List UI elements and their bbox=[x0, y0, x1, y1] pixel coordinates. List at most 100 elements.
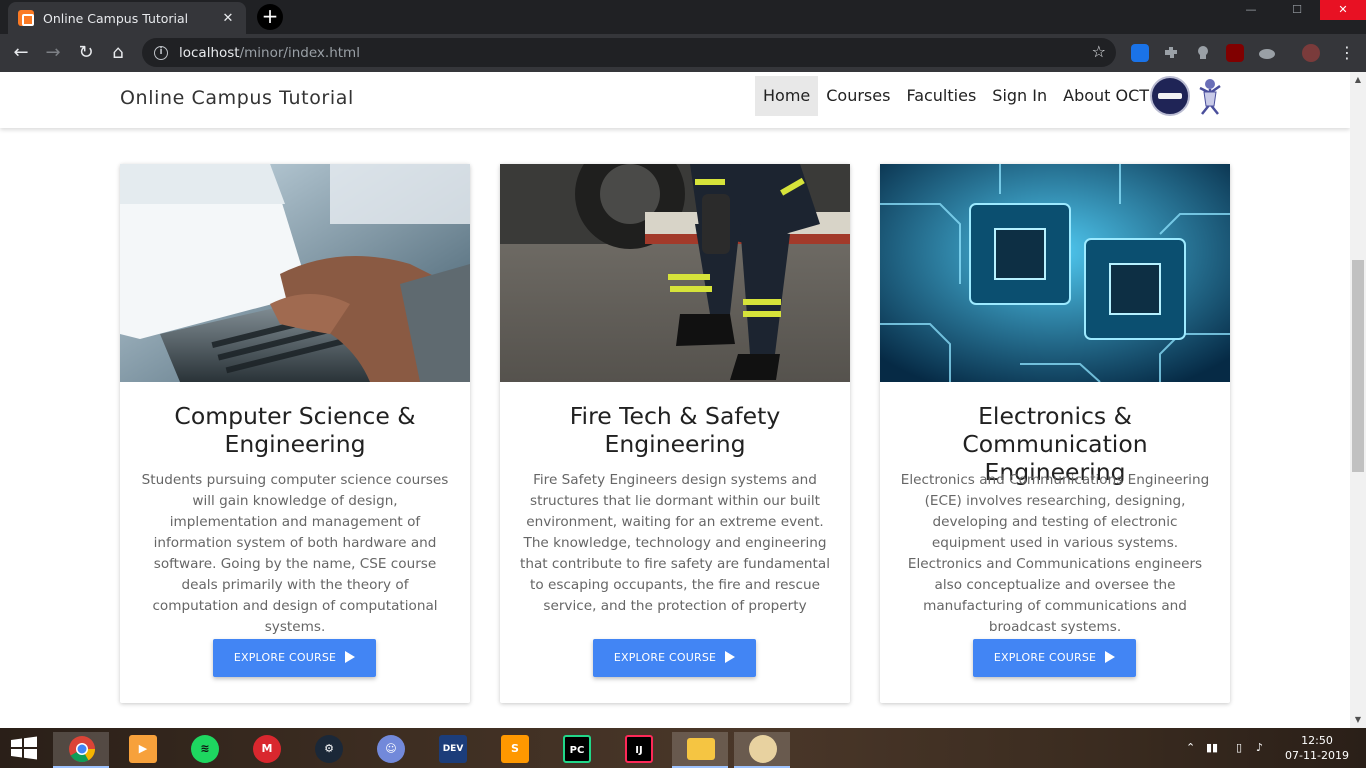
tab-close-icon[interactable]: ✕ bbox=[220, 11, 236, 26]
tray-overflow-icon[interactable]: ⌃ bbox=[1186, 741, 1195, 754]
puzzle-extension-icon[interactable] bbox=[1162, 44, 1180, 62]
play-arrow-icon bbox=[345, 651, 356, 663]
page-scrollbar[interactable]: ▲ ▼ bbox=[1350, 72, 1366, 728]
intellij-icon: IJ bbox=[625, 735, 653, 763]
profile-avatar[interactable] bbox=[1302, 44, 1320, 62]
site-info-icon[interactable]: i bbox=[154, 45, 168, 60]
explore-button-label: EXPLORE COURSE bbox=[993, 651, 1097, 664]
scroll-up-arrow-icon[interactable]: ▲ bbox=[1350, 72, 1366, 88]
browser-toolbar: ← → ↻ ⌂ i localhost/minor/index.html ☆ ⋮ bbox=[0, 34, 1366, 72]
folder-icon bbox=[687, 738, 715, 760]
college-seal-logo bbox=[1150, 76, 1190, 116]
nav-sign-in[interactable]: Sign In bbox=[984, 76, 1055, 116]
discord-icon: ☺ bbox=[377, 735, 405, 763]
browser-tabstrip: Online Campus Tutorial ✕ + — ☐ ✕ bbox=[0, 0, 1366, 34]
explore-course-button[interactable]: EXPLORE COURSE bbox=[973, 639, 1136, 677]
course-description: Electronics and Communications Engineeri… bbox=[900, 472, 1210, 635]
page-viewport: Online Campus Tutorial Home Courses Facu… bbox=[0, 72, 1350, 728]
taskbar-sublime-text[interactable]: S bbox=[486, 732, 542, 768]
xampp-favicon-icon bbox=[18, 10, 34, 26]
nav-home[interactable]: Home bbox=[755, 76, 819, 116]
address-bar[interactable]: i localhost/minor/index.html ☆ bbox=[142, 38, 1116, 67]
bulb-extension-icon[interactable] bbox=[1194, 44, 1212, 62]
maximize-button[interactable]: ☐ bbox=[1274, 0, 1320, 20]
taskbar-spotify[interactable]: ≋ bbox=[176, 732, 232, 768]
taskbar-paint[interactable] bbox=[734, 732, 790, 768]
browser-tab[interactable]: Online Campus Tutorial ✕ bbox=[8, 2, 246, 34]
course-title: Computer Science & Engineering bbox=[134, 402, 456, 458]
course-title-line2: Engineering bbox=[224, 430, 366, 458]
taskbar-clock[interactable]: 12:50 07-11-2019 bbox=[1282, 733, 1352, 763]
menu-dots-icon[interactable]: ⋮ bbox=[1334, 40, 1360, 66]
chrome-icon bbox=[69, 736, 96, 763]
gamepad-extension-icon[interactable] bbox=[1258, 44, 1276, 62]
site-brand[interactable]: Online Campus Tutorial bbox=[120, 87, 354, 109]
nav-faculties[interactable]: Faculties bbox=[898, 76, 984, 116]
play-arrow-icon bbox=[1105, 651, 1116, 663]
sublime-text-icon: S bbox=[501, 735, 529, 763]
url-text: localhost/minor/index.html bbox=[179, 45, 360, 61]
paint-palette-icon bbox=[749, 735, 777, 763]
steam-icon: ⚙ bbox=[315, 735, 343, 763]
windows-start-icon[interactable] bbox=[8, 736, 40, 760]
circuit-chip-photo bbox=[880, 164, 1230, 382]
ublock-extension-icon[interactable] bbox=[1226, 44, 1244, 62]
bookmark-star-icon[interactable]: ☆ bbox=[1092, 42, 1106, 61]
new-tab-button[interactable]: + bbox=[257, 4, 283, 30]
nav-about[interactable]: About OCT bbox=[1055, 76, 1157, 116]
course-description: Fire Safety Engineers design systems and… bbox=[520, 472, 830, 614]
clock-time: 12:50 bbox=[1301, 734, 1333, 747]
laptop-typing-photo bbox=[120, 164, 470, 382]
course-title-line1: Fire Tech & Safety bbox=[569, 402, 781, 430]
network-icon[interactable]: ▮▮ bbox=[1206, 741, 1218, 754]
nav-links: Home Courses Faculties Sign In About OCT bbox=[755, 76, 1157, 116]
course-title-line1: Electronics & Communication bbox=[962, 402, 1148, 458]
taskbar-dev-cpp[interactable]: DEV bbox=[424, 732, 480, 768]
explore-button-label: EXPLORE COURSE bbox=[233, 651, 337, 664]
scroll-down-arrow-icon[interactable]: ▼ bbox=[1350, 712, 1366, 728]
window-close-button[interactable]: ✕ bbox=[1320, 0, 1366, 20]
back-arrow-icon[interactable]: ← bbox=[8, 40, 34, 66]
minimize-button[interactable]: — bbox=[1228, 0, 1274, 20]
taskbar-discord[interactable]: ☺ bbox=[362, 732, 418, 768]
taskbar-intellij[interactable]: IJ bbox=[610, 732, 666, 768]
video-player-icon: ▶ bbox=[129, 735, 157, 763]
windows-taskbar: ▶ ≋ M ⚙ ☺ DEV S PC IJ ⌃ ▮▮ ▯ ♪ 12:50 07-… bbox=[0, 728, 1366, 768]
firefighter-photo bbox=[500, 164, 850, 382]
pycharm-icon: PC bbox=[563, 735, 591, 763]
taskbar-chrome[interactable] bbox=[53, 732, 109, 768]
course-title-line1: Computer Science & bbox=[174, 402, 416, 430]
site-navbar: Online Campus Tutorial Home Courses Facu… bbox=[0, 72, 1350, 128]
volume-icon[interactable]: ♪ bbox=[1256, 741, 1263, 754]
course-card-fire-safety: Fire Tech & Safety Engineering Fire Safe… bbox=[500, 164, 850, 703]
mega-icon: M bbox=[253, 735, 281, 763]
reload-icon[interactable]: ↻ bbox=[73, 40, 99, 66]
url-host: localhost bbox=[179, 44, 240, 61]
url-path: /minor/index.html bbox=[239, 44, 360, 61]
play-arrow-icon bbox=[725, 651, 736, 663]
course-description: Students pursuing computer science cours… bbox=[141, 472, 449, 635]
course-title: Fire Tech & Safety Engineering bbox=[514, 402, 836, 458]
explore-button-label: EXPLORE COURSE bbox=[613, 651, 717, 664]
mascot-logo bbox=[1199, 79, 1221, 115]
tab-title: Online Campus Tutorial bbox=[43, 10, 189, 26]
taskbar-mega[interactable]: M bbox=[238, 732, 294, 768]
taskbar-pycharm[interactable]: PC bbox=[548, 732, 604, 768]
course-title-line2: Engineering bbox=[604, 430, 746, 458]
explore-course-button[interactable]: EXPLORE COURSE bbox=[213, 639, 376, 677]
taskbar-steam[interactable]: ⚙ bbox=[300, 732, 356, 768]
taskbar-file-explorer[interactable] bbox=[672, 732, 728, 768]
spotify-icon: ≋ bbox=[191, 735, 219, 763]
explore-course-button[interactable]: EXPLORE COURSE bbox=[593, 639, 756, 677]
home-icon[interactable]: ⌂ bbox=[105, 40, 131, 66]
forward-arrow-icon[interactable]: → bbox=[40, 40, 66, 66]
scrollbar-thumb[interactable] bbox=[1352, 260, 1364, 472]
bookmark-extension-icon[interactable] bbox=[1131, 44, 1149, 62]
battery-icon[interactable]: ▯ bbox=[1236, 741, 1242, 754]
course-card-cse: Computer Science & Engineering Students … bbox=[120, 164, 470, 703]
nav-courses[interactable]: Courses bbox=[818, 76, 898, 116]
window-controls: — ☐ ✕ bbox=[1228, 0, 1366, 20]
course-card-ece: Electronics & Communication Engineering … bbox=[880, 164, 1230, 703]
taskbar-video-player[interactable]: ▶ bbox=[114, 732, 170, 768]
dev-cpp-icon: DEV bbox=[439, 735, 467, 763]
